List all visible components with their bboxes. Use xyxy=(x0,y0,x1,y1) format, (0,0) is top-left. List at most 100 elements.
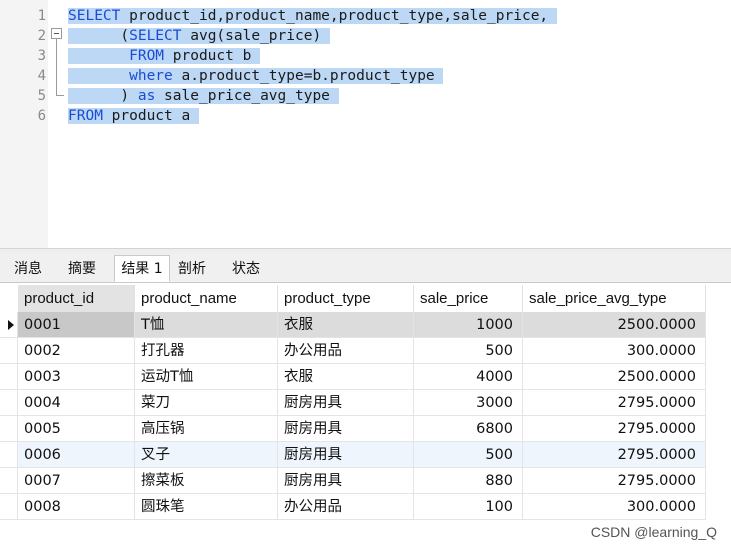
table-row[interactable]: 0008 圆珠笔 办公用品 100 300.0000 xyxy=(18,494,706,520)
table-cell-sale-price[interactable]: 4000 xyxy=(414,364,523,390)
table-cell-product-id[interactable]: 0006 xyxy=(18,442,135,468)
column-header-sale-price-avg-type[interactable]: sale_price_avg_type xyxy=(523,285,706,312)
table-cell-sale-price-avg-type[interactable]: 2795.0000 xyxy=(523,442,706,468)
table-cell-product-id[interactable]: 0007 xyxy=(18,468,135,494)
line-number-gutter: 1 2 3 4 5 6 xyxy=(0,0,48,248)
table-row[interactable]: 0006 叉子 厨房用具 500 2795.0000 xyxy=(18,442,706,468)
column-header-sale-price[interactable]: sale_price xyxy=(414,285,523,312)
keyword: SELECT xyxy=(68,8,121,24)
tab-result-1[interactable]: 结果 1 xyxy=(114,255,170,282)
table-cell-product-id[interactable]: 0003 xyxy=(18,364,135,390)
line-number: 5 xyxy=(37,88,46,104)
table-cell-product-type[interactable]: 厨房用具 xyxy=(278,416,414,442)
row-indicator[interactable] xyxy=(0,390,18,416)
line-number: 2 xyxy=(37,28,46,44)
code-line-1[interactable]: SELECT product_id,product_name,product_t… xyxy=(68,6,557,26)
table-cell-product-name[interactable]: 菜刀 xyxy=(135,390,278,416)
keyword: FROM xyxy=(129,48,165,64)
fold-guide-end xyxy=(56,95,64,96)
table-row[interactable]: 0004 菜刀 厨房用具 3000 2795.0000 xyxy=(18,390,706,416)
code-line-6[interactable]: FROM product a xyxy=(68,106,199,126)
table-row[interactable]: 0005 高压锅 厨房用具 6800 2795.0000 xyxy=(18,416,706,442)
code-line-5[interactable]: ) as sale_price_avg_type xyxy=(68,86,339,106)
table-cell-sale-price-avg-type[interactable]: 300.0000 xyxy=(523,338,706,364)
table-cell-product-id[interactable]: 0005 xyxy=(18,416,135,442)
table-cell-sale-price-avg-type[interactable]: 2795.0000 xyxy=(523,390,706,416)
code-text: product a xyxy=(102,108,191,124)
line-number: 4 xyxy=(37,68,46,84)
row-indicator[interactable] xyxy=(0,468,18,494)
table-cell-sale-price[interactable]: 3000 xyxy=(414,390,523,416)
keyword: SELECT xyxy=(129,28,182,44)
column-header-product-type[interactable]: product_type xyxy=(278,285,414,312)
row-indicator[interactable] xyxy=(0,312,18,338)
row-indicator[interactable] xyxy=(0,416,18,442)
table-cell-product-id[interactable]: 0004 xyxy=(18,390,135,416)
line-number: 6 xyxy=(37,108,46,124)
result-tab-bar: 消息 摘要 结果 1 剖析 状态 xyxy=(0,254,731,283)
code-text: ( xyxy=(68,28,130,44)
code-line-4[interactable]: where a.product_type=b.product_type xyxy=(68,66,444,86)
row-indicator[interactable] xyxy=(0,338,18,364)
table-cell-sale-price-avg-type[interactable]: 2500.0000 xyxy=(523,364,706,390)
table-cell-sale-price[interactable]: 500 xyxy=(414,338,523,364)
code-text: a.product_type=b.product_type xyxy=(172,68,435,84)
table-cell-sale-price-avg-type[interactable]: 2500.0000 xyxy=(523,312,706,338)
table-cell-sale-price[interactable]: 6800 xyxy=(414,416,523,442)
table-row[interactable]: 0003 运动T恤 衣服 4000 2500.0000 xyxy=(18,364,706,390)
table-cell-product-name[interactable]: 圆珠笔 xyxy=(135,494,278,520)
keyword: as xyxy=(137,88,156,104)
table-cell-product-type[interactable]: 厨房用具 xyxy=(278,442,414,468)
table-cell-product-name[interactable]: T恤 xyxy=(135,312,278,338)
fold-guide-line xyxy=(56,39,57,95)
column-header-product-id[interactable]: product_id xyxy=(18,285,135,312)
table-cell-product-name[interactable]: 运动T恤 xyxy=(135,364,278,390)
table-cell-sale-price[interactable]: 880 xyxy=(414,468,523,494)
result-grid[interactable]: product_id product_name product_type sal… xyxy=(0,283,731,551)
table-cell-sale-price-avg-type[interactable]: 2795.0000 xyxy=(523,468,706,494)
row-indicator[interactable] xyxy=(0,494,18,520)
line-number: 3 xyxy=(37,48,46,64)
row-indicator[interactable] xyxy=(0,364,18,390)
table-cell-product-type[interactable]: 厨房用具 xyxy=(278,468,414,494)
code-line-3[interactable]: FROM product b xyxy=(68,46,261,66)
tab-profile[interactable]: 剖析 xyxy=(170,257,214,282)
tab-messages[interactable]: 消息 xyxy=(4,257,52,282)
tab-status[interactable]: 状态 xyxy=(222,257,270,282)
code-text: product b xyxy=(164,48,252,64)
table-row[interactable]: 0002 打孔器 办公用品 500 300.0000 xyxy=(18,338,706,364)
fold-collapse-icon[interactable] xyxy=(51,28,62,39)
table-cell-product-type[interactable]: 厨房用具 xyxy=(278,390,414,416)
table-cell-sale-price-avg-type[interactable]: 2795.0000 xyxy=(523,416,706,442)
column-header-product-name[interactable]: product_name xyxy=(135,285,278,312)
sql-editor[interactable]: 1 2 3 4 5 6 SELECT product_id,product_na… xyxy=(0,0,731,248)
table-cell-product-name[interactable]: 高压锅 xyxy=(135,416,278,442)
code-text: avg(sale_price) xyxy=(181,28,322,44)
row-indicator[interactable] xyxy=(0,442,18,468)
table-cell-sale-price-avg-type[interactable]: 300.0000 xyxy=(523,494,706,520)
table-cell-product-name[interactable]: 打孔器 xyxy=(135,338,278,364)
code-line-2[interactable]: (SELECT avg(sale_price) xyxy=(68,26,330,46)
code-text: sale_price_avg_type xyxy=(155,88,330,104)
table-cell-product-id[interactable]: 0002 xyxy=(18,338,135,364)
keyword: FROM xyxy=(68,108,103,124)
table-cell-product-name[interactable]: 叉子 xyxy=(135,442,278,468)
table-cell-product-id[interactable]: 0008 xyxy=(18,494,135,520)
grid-header: product_id product_name product_type sal… xyxy=(0,285,731,312)
table-cell-product-type[interactable]: 衣服 xyxy=(278,364,414,390)
table-cell-product-name[interactable]: 擦菜板 xyxy=(135,468,278,494)
table-cell-product-id[interactable]: 0001 xyxy=(18,312,135,338)
table-cell-product-type[interactable]: 办公用品 xyxy=(278,338,414,364)
table-row[interactable]: 0001 T恤 衣服 1000 2500.0000 xyxy=(18,312,706,338)
tab-summary[interactable]: 摘要 xyxy=(58,257,106,282)
table-cell-sale-price[interactable]: 100 xyxy=(414,494,523,520)
table-cell-sale-price[interactable]: 1000 xyxy=(414,312,523,338)
line-number: 1 xyxy=(37,8,46,24)
table-cell-product-type[interactable]: 办公用品 xyxy=(278,494,414,520)
table-cell-sale-price[interactable]: 500 xyxy=(414,442,523,468)
table-row[interactable]: 0007 擦菜板 厨房用具 880 2795.0000 xyxy=(18,468,706,494)
code-text: product_id,product_name,product_type,sal… xyxy=(120,8,549,24)
table-cell-product-type[interactable]: 衣服 xyxy=(278,312,414,338)
